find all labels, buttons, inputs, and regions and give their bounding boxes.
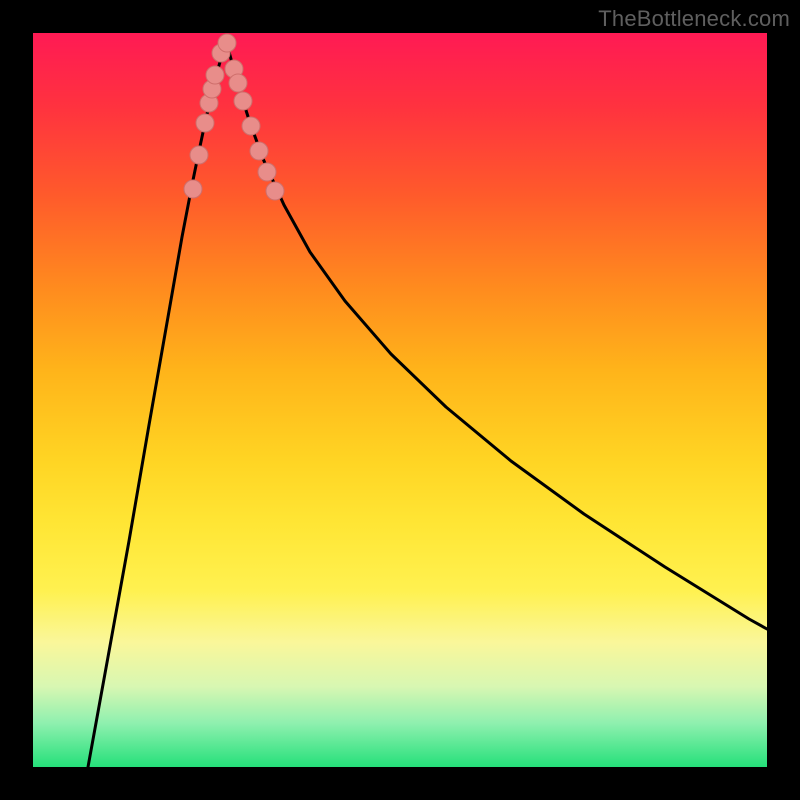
curve-right-branch <box>226 41 767 629</box>
data-marker <box>218 34 236 52</box>
data-marker <box>250 142 268 160</box>
data-marker <box>242 117 260 135</box>
data-marker <box>196 114 214 132</box>
outer-frame: TheBottleneck.com <box>0 0 800 800</box>
plot-area <box>33 33 767 767</box>
data-marker <box>258 163 276 181</box>
data-marker <box>190 146 208 164</box>
curve-group <box>88 41 767 767</box>
data-marker <box>266 182 284 200</box>
data-marker <box>234 92 252 110</box>
chart-svg <box>33 33 767 767</box>
marker-group <box>184 34 284 200</box>
data-marker <box>206 66 224 84</box>
watermark-text: TheBottleneck.com <box>598 6 790 32</box>
data-marker <box>229 74 247 92</box>
data-marker <box>184 180 202 198</box>
